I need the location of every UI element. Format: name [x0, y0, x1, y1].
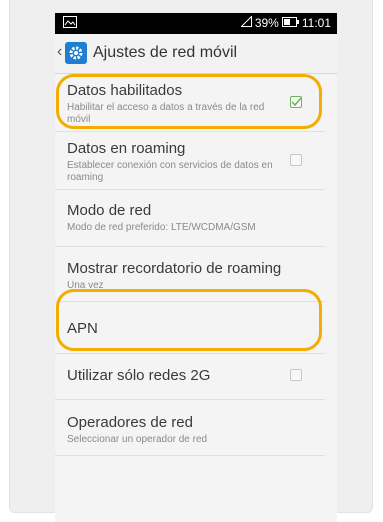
- highlight-datos-habilitados: [56, 74, 322, 129]
- setting-title: Mostrar recordatorio de roaming: [67, 260, 282, 277]
- battery-icon: [281, 16, 299, 30]
- settings-gear-icon[interactable]: [65, 42, 87, 64]
- setting-operadores-red[interactable]: Operadores de red Seleccionar un operado…: [55, 400, 325, 456]
- image-notification-icon: [63, 16, 77, 31]
- setting-subtitle: Seleccionar un operador de red: [67, 434, 208, 445]
- status-right: 39% 11:01: [240, 15, 331, 30]
- setting-title: Modo de red: [67, 202, 152, 219]
- setting-datos-roaming[interactable]: Datos en roaming Establecer conexión con…: [55, 132, 325, 190]
- action-bar: ‹ Ajustes de red móvil: [55, 34, 337, 74]
- solo-2g-checkbox[interactable]: [290, 369, 302, 381]
- highlight-apn: [56, 289, 322, 351]
- setting-solo-2g[interactable]: Utilizar sólo redes 2G: [55, 354, 325, 400]
- status-bar: 39% 11:01: [55, 13, 337, 34]
- setting-title: Operadores de red: [67, 414, 193, 431]
- setting-title: Datos en roaming: [67, 140, 186, 157]
- signal-icon: [240, 15, 252, 30]
- back-arrow-icon[interactable]: ‹: [57, 43, 62, 61]
- setting-title: Utilizar sólo redes 2G: [67, 367, 211, 384]
- setting-subtitle: Establecer conexión con servicios de dat…: [67, 160, 273, 183]
- setting-subtitle: Modo de red preferido: LTE/WCDMA/GSM: [67, 222, 256, 233]
- clock: 11:01: [301, 16, 331, 30]
- battery-percent: 39%: [254, 16, 279, 30]
- page-title: Ajustes de red móvil: [93, 44, 238, 61]
- datos-roaming-checkbox[interactable]: [290, 154, 302, 166]
- setting-modo-red[interactable]: Modo de red Modo de red preferido: LTE/W…: [55, 190, 325, 247]
